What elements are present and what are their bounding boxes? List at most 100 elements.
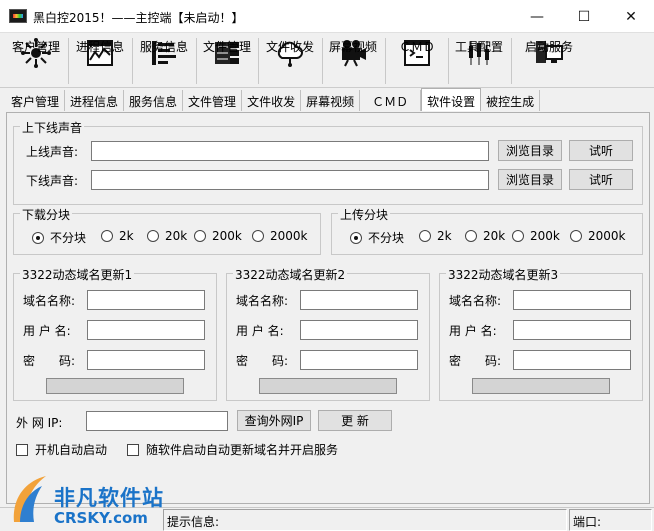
status-hint: 提示信息:	[163, 509, 567, 531]
watermark-text-2: CRSKY.com	[54, 509, 148, 527]
tab-service-info[interactable]: 服务信息	[124, 90, 184, 111]
offline-browse-button[interactable]: 浏览目录	[498, 169, 562, 190]
ddns-1-domain-input[interactable]	[87, 290, 205, 310]
radio-dot	[32, 231, 44, 244]
upload-radio-2k[interactable]: 2k	[419, 229, 452, 243]
query-external-ip-button[interactable]: 查询外网IP	[237, 410, 311, 431]
online-sound-input[interactable]	[91, 141, 489, 161]
ddns-group-2: 3322动态域名更新2 域名名称: 用 户 名: 密 码:	[226, 266, 430, 401]
watermark-text-1: 非凡软件站	[54, 486, 164, 510]
online-test-button[interactable]: 试听	[569, 140, 633, 161]
ddns-3-pass-input[interactable]	[513, 350, 631, 370]
toolbar-start-service-button[interactable]: 启动服务	[516, 36, 582, 86]
download-radio-none[interactable]: 不分块	[32, 229, 86, 246]
online-browse-button[interactable]: 浏览目录	[498, 140, 562, 161]
toolbar-label: 启动服务	[524, 40, 573, 54]
radio-dot	[419, 230, 431, 242]
download-radio-20k[interactable]: 20k	[147, 229, 187, 243]
download-radio-2000k[interactable]: 2000k	[252, 229, 308, 243]
ddns-group-1: 3322动态域名更新1 域名名称: 用 户 名: 密 码:	[13, 266, 217, 401]
checkbox-box	[127, 443, 139, 456]
toolbar-client-manage-button[interactable]: 客户管理	[8, 36, 64, 86]
ddns-3-status-button[interactable]	[472, 378, 610, 394]
window-title: 黑白控2015！——主控端【未启动！】	[33, 11, 244, 25]
download-chunk-group: 下载分块 不分块 2k 20k 200k 2000k	[13, 206, 321, 255]
refresh-button[interactable]: 更 新	[318, 410, 392, 431]
ddns-2-status-button[interactable]	[259, 378, 397, 394]
app-icon	[9, 9, 27, 23]
watermark: 非凡软件站 CRSKY.com	[8, 472, 163, 531]
tab-strip: 客户管理 进程信息 服务信息 文件管理 文件收发 屏幕视频 ＣＭＤ 软件设置 被…	[6, 88, 541, 112]
tab-client-manage[interactable]: 客户管理	[6, 90, 66, 111]
sound-group-title: 上下线声音	[20, 119, 85, 136]
autostart-checkbox[interactable]: 开机自动启动	[16, 441, 107, 458]
upload-radio-2000k[interactable]: 2000k	[570, 229, 626, 243]
toolbar-screen-video-button[interactable]: 屏幕视频	[325, 36, 381, 86]
watermark-logo-icon	[13, 476, 47, 522]
radio-dot	[194, 230, 206, 242]
toolbar-file-manage-button[interactable]: 文件管理	[199, 36, 255, 86]
radio-dot	[465, 230, 477, 242]
toolbar-label: 工具配置	[454, 40, 503, 54]
tab-software-settings[interactable]: 软件设置	[421, 88, 482, 111]
toolbar: 客户管理 进程信息 服务信息 文件管理 文件收发 屏幕视频 ＣＭＤ 工具配置 启…	[0, 34, 654, 88]
ddns-1-pass-input[interactable]	[87, 350, 205, 370]
toolbar-label: 屏幕视频	[328, 40, 377, 54]
radio-dot	[512, 230, 524, 242]
tab-client-builder[interactable]: 被控生成	[481, 90, 541, 111]
toolbar-service-info-button[interactable]: 服务信息	[136, 36, 192, 86]
radio-dot	[252, 230, 264, 242]
ddns-3-user-input[interactable]	[513, 320, 631, 340]
maximize-button[interactable]: ☐	[561, 0, 607, 33]
tab-cmd[interactable]: ＣＭＤ	[360, 90, 422, 111]
external-ip-label: 外 网 IP:	[16, 416, 63, 430]
tab-file-manage[interactable]: 文件管理	[183, 90, 243, 111]
download-radio-2k[interactable]: 2k	[101, 229, 134, 243]
auto-update-checkbox[interactable]: 随软件启动自动更新域名并开启服务	[127, 441, 338, 458]
ddns-1-user-label: 用 户 名:	[23, 324, 71, 338]
toolbar-label: 客户管理	[11, 40, 60, 54]
ddns-group-2-title: 3322动态域名更新2	[233, 266, 348, 283]
minimize-button[interactable]: —	[514, 0, 560, 33]
ddns-2-user-input[interactable]	[300, 320, 418, 340]
checkbox-box	[16, 443, 28, 456]
title-bar: 黑白控2015！——主控端【未启动！】 — ☐ ✕	[0, 0, 654, 33]
ddns-2-domain-input[interactable]	[300, 290, 418, 310]
ddns-1-pass-label: 密 码:	[23, 354, 76, 368]
ddns-1-status-button[interactable]	[46, 378, 184, 394]
toolbar-label: 文件管理	[202, 40, 251, 54]
tab-screen-video[interactable]: 屏幕视频	[301, 90, 361, 111]
radio-dot	[350, 231, 362, 244]
toolbar-tool-config-button[interactable]: 工具配置	[451, 36, 507, 86]
upload-chunk-group: 上传分块 不分块 2k 20k 200k 2000k	[331, 206, 643, 255]
tab-file-transfer[interactable]: 文件收发	[242, 90, 302, 111]
upload-radio-20k[interactable]: 20k	[465, 229, 505, 243]
toolbar-file-transfer-button[interactable]: 文件收发	[262, 36, 318, 86]
upload-radio-200k[interactable]: 200k	[512, 229, 560, 243]
ddns-3-domain-label: 域名名称:	[449, 294, 502, 308]
close-button[interactable]: ✕	[608, 0, 654, 33]
external-ip-input[interactable]	[86, 411, 228, 431]
online-sound-label: 上线声音:	[26, 145, 79, 159]
download-chunk-title: 下载分块	[20, 206, 73, 223]
radio-dot	[570, 230, 582, 242]
settings-panel: 上下线声音 上线声音: 浏览目录 试听 下线声音: 浏览目录 试听 下载分块 不…	[6, 112, 650, 504]
toolbar-label: ＣＭＤ	[398, 40, 435, 54]
toolbar-cmd-button[interactable]: ＣＭＤ	[389, 36, 445, 86]
status-port: 端口:	[569, 509, 652, 531]
ddns-3-domain-input[interactable]	[513, 290, 631, 310]
ddns-1-user-input[interactable]	[87, 320, 205, 340]
offline-test-button[interactable]: 试听	[569, 169, 633, 190]
radio-dot	[147, 230, 159, 242]
download-radio-200k[interactable]: 200k	[194, 229, 242, 243]
toolbar-process-info-button[interactable]: 进程信息	[72, 36, 128, 86]
ddns-2-pass-label: 密 码:	[236, 354, 289, 368]
offline-sound-input[interactable]	[91, 170, 489, 190]
ddns-2-pass-input[interactable]	[300, 350, 418, 370]
toolbar-label: 进程信息	[75, 40, 124, 54]
minimize-icon: —	[530, 8, 544, 25]
upload-radio-none[interactable]: 不分块	[350, 229, 404, 246]
close-icon: ✕	[625, 8, 637, 25]
tab-process-info[interactable]: 进程信息	[65, 90, 125, 111]
upload-chunk-title: 上传分块	[338, 206, 391, 223]
